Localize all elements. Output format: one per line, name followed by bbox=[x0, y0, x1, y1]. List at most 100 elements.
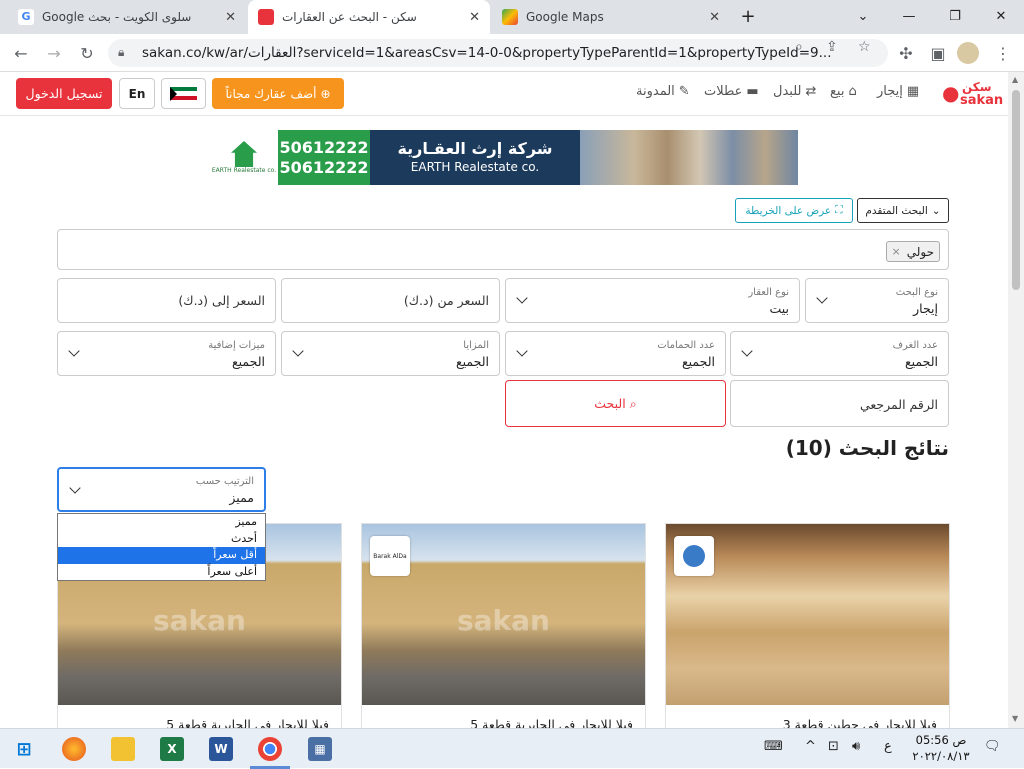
nav-holidays[interactable]: عطلات ▬ bbox=[704, 84, 759, 99]
tab-google-maps[interactable]: Google Maps ✕ bbox=[492, 0, 730, 34]
price-to-input[interactable]: السعر إلى (د.ك) bbox=[57, 278, 276, 323]
notifications-icon[interactable]: 🗨︎ bbox=[984, 739, 1001, 754]
sort-label: الترتيب حسب bbox=[195, 476, 254, 487]
sort-option[interactable]: أقل سعراً bbox=[58, 547, 265, 565]
language-button[interactable]: En bbox=[119, 78, 155, 109]
tab-search-icon[interactable]: ⌄ bbox=[840, 0, 886, 32]
banner-logo-caption: EARTH Realestate co. bbox=[211, 167, 277, 174]
sort-option[interactable]: أعلى سعراً bbox=[58, 564, 265, 581]
chevron-down-icon: ⌄ bbox=[931, 204, 941, 217]
banner-name-ar: شركة إرث العقـارية bbox=[397, 139, 553, 159]
taskbar-clock[interactable]: 05:56 ص ٢٠٢٢/٠٨/١٣ bbox=[906, 732, 976, 764]
sort-option[interactable]: مميز bbox=[58, 514, 265, 531]
remove-chip-icon[interactable]: × bbox=[892, 245, 901, 258]
chevron-down-icon bbox=[68, 345, 80, 357]
blog-icon: ✎ bbox=[678, 84, 690, 99]
url-text: sakan.co/kw/ar/العقارات?serviceId=1&area… bbox=[142, 45, 832, 61]
house-logo-icon bbox=[231, 141, 257, 167]
show-on-map-button[interactable]: عرض على الخريطة ⛶ bbox=[735, 198, 853, 223]
property-type-select[interactable]: نوع العقار بيت bbox=[505, 278, 800, 323]
side-panel-icon[interactable]: ▣ bbox=[925, 40, 951, 66]
back-arrow-icon[interactable]: ← bbox=[8, 40, 34, 66]
sort-value: مميز bbox=[229, 490, 254, 505]
agency-logo bbox=[674, 536, 714, 576]
extra-features-label: ميزات إضافية bbox=[208, 340, 265, 351]
add-property-button[interactable]: أضف عقارك مجاناً ⊕ bbox=[212, 78, 344, 109]
search-icon: ⌕ bbox=[629, 395, 637, 411]
bookmark-star-icon[interactable]: ☆ bbox=[858, 39, 871, 55]
page-scrollbar[interactable]: ▲ ▼ bbox=[1008, 72, 1024, 728]
bathrooms-select[interactable]: عدد الحمامات الجميع bbox=[505, 331, 726, 376]
extensions-icon[interactable]: ✣ bbox=[893, 40, 919, 66]
advertisement-banner[interactable]: EARTH Realestate co. 50612222 50612222 ش… bbox=[210, 130, 798, 185]
search-button-label: البحث bbox=[594, 396, 626, 411]
service-type-select[interactable]: نوع البحث إيجار bbox=[805, 278, 949, 323]
listing-card[interactable]: فيلا للايجار في حطين قطعة 3 bbox=[665, 523, 950, 733]
close-window-button[interactable]: ✕ bbox=[978, 0, 1024, 32]
close-tab-icon[interactable]: ✕ bbox=[709, 10, 720, 25]
maximize-button[interactable]: ❐ bbox=[932, 0, 978, 32]
new-tab-button[interactable]: + bbox=[733, 0, 763, 32]
scrollbar-thumb[interactable] bbox=[1012, 90, 1020, 290]
plus-circle-icon: ⊕ bbox=[320, 86, 331, 101]
input-language[interactable]: ع bbox=[884, 739, 892, 754]
nav-exchange[interactable]: للبدل ⇄ bbox=[773, 84, 816, 99]
banner-logo: EARTH Realestate co. bbox=[210, 130, 278, 185]
area-select-input[interactable]: × حولي bbox=[57, 229, 949, 270]
chrome-icon[interactable] bbox=[258, 737, 282, 761]
reload-icon[interactable]: ↻ bbox=[74, 40, 100, 66]
search-button[interactable]: البحث ⌕ bbox=[505, 380, 726, 427]
reference-number-input[interactable]: الرقم المرجعي bbox=[730, 380, 949, 427]
network-icon[interactable]: ⊡ bbox=[828, 739, 839, 754]
sort-option[interactable]: أحدث bbox=[58, 531, 265, 548]
features-label: المزايا bbox=[463, 340, 489, 351]
zoom-search-icon[interactable]: ⌕ bbox=[795, 39, 803, 55]
advanced-search-button[interactable]: البحث المتقدم ⌄ bbox=[857, 198, 949, 223]
sort-select[interactable]: الترتيب حسب مميز bbox=[57, 467, 266, 512]
close-tab-icon[interactable]: ✕ bbox=[225, 10, 236, 25]
windows-start-icon[interactable]: ⊞ bbox=[12, 737, 36, 761]
nav-rent[interactable]: إيجار ▦ bbox=[877, 84, 919, 99]
login-button[interactable]: تسجيل الدخول bbox=[16, 78, 112, 109]
scroll-up-icon[interactable]: ▲ bbox=[1012, 75, 1018, 84]
sakan-logo[interactable]: ● سكن sakan bbox=[940, 79, 1003, 109]
menu-dots-icon[interactable]: ⋮ bbox=[990, 40, 1016, 66]
reference-placeholder: الرقم المرجعي bbox=[859, 397, 938, 412]
nav-sale[interactable]: بيع ⌂ bbox=[830, 84, 857, 99]
nav-blog[interactable]: المدونة ✎ bbox=[636, 84, 690, 99]
area-chip[interactable]: × حولي bbox=[885, 241, 940, 262]
keyboard-icon[interactable]: ⌨ bbox=[764, 739, 783, 754]
nav-blog-label: المدونة bbox=[636, 84, 675, 99]
price-from-input[interactable]: السعر من (د.ك) bbox=[281, 278, 500, 323]
extra-features-value: الجميع bbox=[231, 354, 265, 369]
tab-title: Google Maps bbox=[526, 10, 604, 24]
rooms-select[interactable]: عدد الغرف الجميع bbox=[730, 331, 949, 376]
bathrooms-label: عدد الحمامات bbox=[657, 340, 715, 351]
firefox-icon[interactable] bbox=[62, 737, 86, 761]
site-header: تسجيل الدخول En أضف عقارك مجاناً ⊕ المدو… bbox=[0, 72, 1008, 116]
tray-chevron-icon[interactable]: ^ bbox=[805, 739, 816, 754]
google-icon: G bbox=[18, 9, 34, 25]
calculator-icon[interactable]: ▦ bbox=[308, 737, 332, 761]
excel-icon[interactable]: X bbox=[160, 737, 184, 761]
extra-features-select[interactable]: ميزات إضافية الجميع bbox=[57, 331, 276, 376]
forward-arrow-icon[interactable]: → bbox=[41, 40, 67, 66]
share-icon[interactable]: ⇪ bbox=[826, 39, 838, 55]
minimize-button[interactable]: — bbox=[886, 0, 932, 32]
map-pin-icon: ● bbox=[942, 81, 960, 105]
service-type-value: إيجار bbox=[913, 301, 938, 316]
agency-logo: Barak AlDa bbox=[370, 536, 410, 576]
word-icon[interactable]: W bbox=[209, 737, 233, 761]
listing-card[interactable]: sakan Barak AlDa فيلا للايجار في الجابري… bbox=[361, 523, 646, 733]
profile-avatar[interactable] bbox=[957, 42, 979, 64]
address-bar[interactable]: 🔒︎ sakan.co/kw/ar/العقارات?serviceId=1&a… bbox=[108, 39, 888, 67]
file-explorer-icon[interactable] bbox=[111, 737, 135, 761]
features-select[interactable]: المزايا الجميع bbox=[281, 331, 500, 376]
banner-phones: 50612222 50612222 bbox=[278, 130, 370, 185]
tab-sakan[interactable]: سكن - البحث عن العقارات ✕ bbox=[248, 0, 490, 34]
country-flag-button[interactable] bbox=[161, 78, 206, 109]
tab-google-search[interactable]: G سلوى الكويت - بحث Google ✕ bbox=[8, 0, 246, 34]
scroll-down-icon[interactable]: ▼ bbox=[1012, 714, 1018, 723]
close-tab-icon[interactable]: ✕ bbox=[469, 10, 480, 25]
volume-icon[interactable]: 🔊︎ bbox=[852, 739, 860, 754]
